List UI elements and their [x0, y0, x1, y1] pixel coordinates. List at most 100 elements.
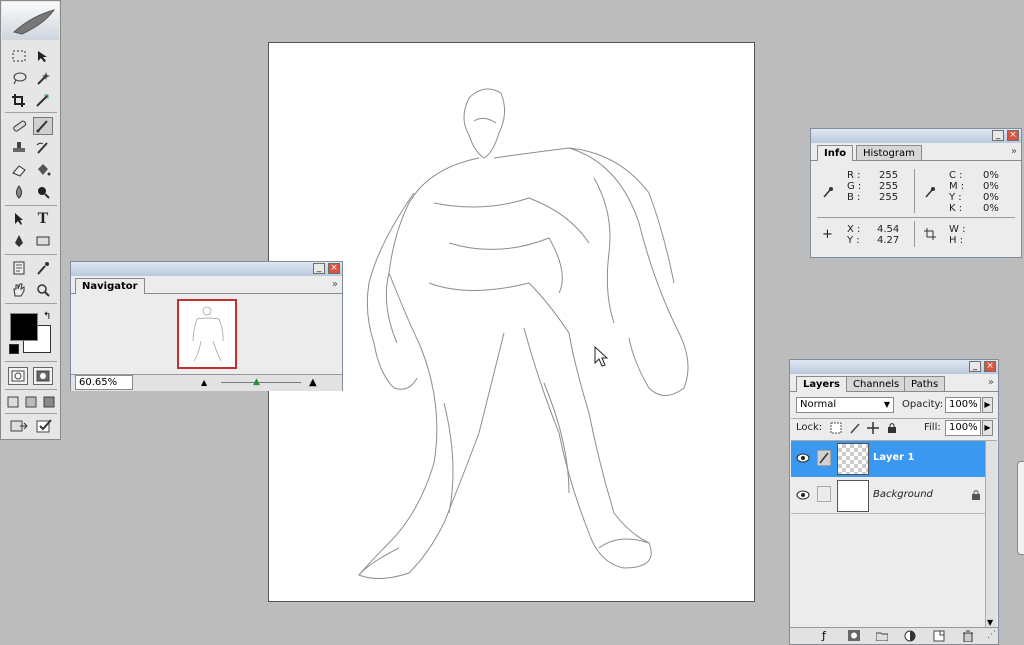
shape-tool[interactable]	[33, 232, 53, 250]
eye-visibility-icon[interactable]	[796, 453, 810, 463]
tab-paths[interactable]: Paths	[904, 376, 946, 391]
swap-colors-icon[interactable]: ↰	[43, 311, 51, 322]
zoom-out-icon[interactable]: ▲	[201, 378, 207, 387]
navigator-thumbnail[interactable]	[177, 299, 237, 369]
tab-histogram[interactable]: Histogram	[856, 145, 922, 160]
navigator-zoom-bar: 60.65% ▲ ▲ ▲	[71, 374, 342, 391]
eraser-icon	[12, 165, 26, 177]
layer-name[interactable]: Layer 1	[873, 452, 914, 463]
close-button[interactable]: ×	[984, 361, 996, 372]
navigator-titlebar[interactable]: _ ×	[71, 262, 342, 276]
panel-menu-icon[interactable]: »	[332, 279, 338, 290]
dodge-tool[interactable]	[33, 183, 53, 201]
slice-tool[interactable]	[33, 91, 53, 109]
history-brush-tool[interactable]	[33, 139, 53, 157]
tab-info[interactable]: Info	[817, 145, 854, 161]
opacity-input[interactable]: 100%	[945, 397, 981, 413]
r-value: 255	[879, 170, 899, 181]
jump-to-imageready[interactable]	[9, 417, 29, 435]
eraser-tool[interactable]	[9, 161, 29, 179]
crop-tool[interactable]	[9, 91, 29, 109]
eye-visibility-icon[interactable]	[796, 490, 810, 500]
healing-brush-tool[interactable]	[9, 117, 29, 135]
panel-menu-icon[interactable]: »	[988, 377, 994, 388]
b-label: B :	[847, 192, 861, 203]
magic-wand-tool[interactable]	[33, 69, 53, 87]
minimize-button[interactable]: _	[313, 263, 325, 274]
scroll-down-icon[interactable]: ▼	[987, 618, 993, 627]
standard-mode-button[interactable]	[8, 367, 28, 385]
eyedropper-tool[interactable]	[33, 259, 53, 277]
clone-stamp-tool[interactable]	[9, 139, 29, 157]
standard-mode-icon	[11, 370, 25, 382]
pen-icon	[15, 235, 23, 247]
layer-row-layer-1[interactable]: Layer 1	[791, 441, 986, 478]
fill-arrow-button[interactable]: ▶	[982, 420, 993, 436]
zoom-slider-track[interactable]	[221, 382, 301, 383]
panel-menu-icon[interactable]: »	[1011, 146, 1017, 157]
layer-link-slot[interactable]	[817, 486, 831, 502]
opacity-arrow-button[interactable]: ▶	[982, 397, 993, 413]
adjustment-layer-icon[interactable]	[904, 630, 916, 642]
close-button[interactable]: ×	[328, 263, 340, 274]
tab-channels[interactable]: Channels	[846, 376, 907, 391]
layers-scrollbar[interactable]: ▼	[985, 441, 997, 627]
trash-icon[interactable]	[962, 630, 974, 642]
new-layer-icon[interactable]	[933, 630, 945, 642]
tab-navigator[interactable]: Navigator	[75, 278, 145, 294]
lock-image-icon[interactable]	[849, 422, 861, 434]
zoom-in-icon[interactable]: ▲	[309, 377, 317, 388]
minimize-button[interactable]: _	[992, 130, 1004, 141]
brush-tool[interactable]	[33, 117, 53, 135]
close-button[interactable]: ×	[1007, 130, 1019, 141]
type-tool[interactable]: T	[33, 210, 53, 228]
resize-grip-icon[interactable]: ⋰	[987, 630, 996, 640]
blend-mode-select[interactable]: Normal ▼	[796, 397, 894, 413]
photoshop-feather-logo[interactable]	[2, 2, 59, 40]
info-titlebar[interactable]: _ ×	[811, 129, 1021, 143]
screen-mode-icon	[43, 396, 55, 408]
layers-titlebar[interactable]: _ ×	[790, 360, 998, 374]
zoom-tool[interactable]	[33, 281, 53, 299]
blur-tool[interactable]	[9, 183, 29, 201]
history-brush-icon	[36, 142, 48, 154]
foreground-color-swatch[interactable]	[10, 313, 38, 341]
layer-style-icon[interactable]: ƒ	[822, 629, 826, 642]
folder-icon[interactable]	[876, 631, 888, 641]
paint-bucket-tool[interactable]	[33, 161, 53, 179]
rectangle-shape-icon	[36, 236, 50, 246]
h-label: H :	[949, 235, 964, 246]
fill-label: Fill:	[924, 422, 941, 433]
lock-all-icon[interactable]	[886, 422, 898, 434]
move-tool[interactable]	[33, 47, 53, 65]
marquee-tool[interactable]	[9, 47, 29, 65]
selection-size-icon	[924, 228, 936, 240]
lock-transparency-icon[interactable]	[830, 422, 842, 434]
pen-tool[interactable]	[9, 232, 29, 250]
y-coord-value: 4.27	[877, 235, 900, 246]
notes-tool[interactable]	[9, 259, 29, 277]
layer-name[interactable]: Background	[873, 489, 933, 500]
layer-row-background[interactable]: Background	[791, 477, 986, 514]
quick-mask-button[interactable]	[33, 367, 53, 385]
full-screen-mode[interactable]	[41, 393, 57, 411]
offscreen-window-edge	[1017, 461, 1024, 555]
minimize-button[interactable]: _	[969, 361, 981, 372]
fill-input[interactable]: 100%	[945, 420, 981, 436]
zoom-percent-field[interactable]: 60.65%	[75, 375, 133, 390]
layer-thumbnail	[837, 480, 869, 512]
standard-screen-mode[interactable]	[5, 393, 21, 411]
edit-in-imageready-button[interactable]	[34, 417, 54, 435]
g-value: 255	[879, 181, 899, 192]
tab-layers[interactable]: Layers	[796, 376, 847, 392]
b-value: 255	[879, 192, 899, 203]
layer-mask-icon[interactable]	[848, 630, 860, 641]
lasso-tool[interactable]	[9, 69, 29, 87]
lock-position-icon[interactable]	[867, 422, 879, 434]
path-selection-tool[interactable]	[9, 210, 29, 228]
c-value: 0%	[983, 170, 999, 181]
full-screen-menu-mode[interactable]	[23, 393, 39, 411]
default-colors-icon[interactable]	[9, 344, 19, 354]
zoom-slider-handle[interactable]: ▲	[253, 377, 260, 387]
hand-tool[interactable]	[9, 281, 29, 299]
